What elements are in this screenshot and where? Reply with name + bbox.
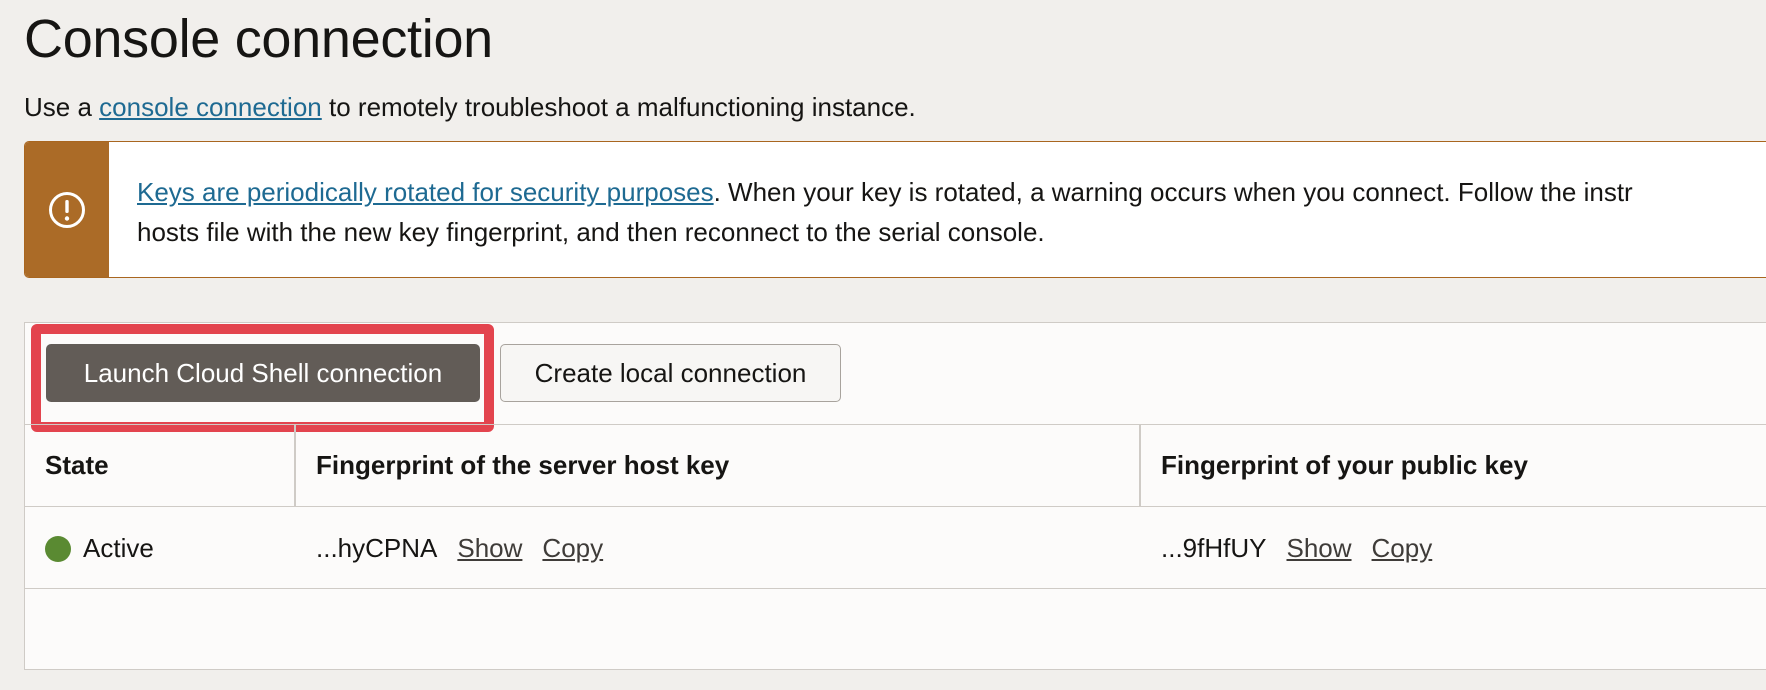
launch-cloud-shell-button[interactable]: Launch Cloud Shell connection: [46, 344, 480, 402]
header-server-fingerprint: Fingerprint of the server host key: [316, 450, 730, 480]
state-value: Active: [83, 533, 154, 563]
intro-text: Use a console connection to remotely tro…: [24, 92, 916, 123]
public-fingerprint-cell: ...9fHfUY Show Copy: [1161, 533, 1432, 564]
console-connection-page: Console connection Use a console connect…: [0, 0, 1766, 690]
table-row: [24, 507, 1766, 589]
warning-alert: Keys are periodically rotated for securi…: [24, 141, 1766, 278]
console-connection-link[interactable]: console connection: [99, 92, 322, 122]
header-public-fingerprint: Fingerprint of your public key: [1161, 450, 1528, 480]
page-title: Console connection: [24, 9, 493, 69]
alert-message: Keys are periodically rotated for securi…: [137, 172, 1766, 252]
copy-server-fingerprint-link[interactable]: Copy: [542, 533, 603, 564]
intro-suffix: to remotely troubleshoot a malfunctionin…: [329, 92, 916, 122]
intro-prefix: Use a: [24, 92, 92, 122]
header-state: State: [45, 450, 109, 480]
server-fingerprint-value: ...hyCPNA: [316, 533, 438, 563]
show-public-fingerprint-link[interactable]: Show: [1286, 533, 1351, 564]
public-fingerprint-value: ...9fHfUY: [1161, 533, 1267, 563]
copy-public-fingerprint-link[interactable]: Copy: [1372, 533, 1433, 564]
create-local-connection-button[interactable]: Create local connection: [500, 344, 841, 402]
column-divider: [294, 424, 296, 507]
key-rotation-link[interactable]: Keys are periodically rotated for securi…: [137, 177, 714, 207]
alert-line1: . When your key is rotated, a warning oc…: [713, 177, 1633, 207]
alert-icon-bar: [25, 142, 109, 277]
column-divider: [1139, 424, 1141, 507]
alert-line2: hosts file with the new key fingerprint,…: [137, 217, 1045, 247]
show-server-fingerprint-link[interactable]: Show: [457, 533, 522, 564]
state-cell: Active: [45, 533, 154, 564]
active-status-dot: [45, 535, 71, 562]
server-fingerprint-cell: ...hyCPNA Show Copy: [316, 533, 603, 564]
exclamation-circle-icon: [49, 191, 85, 228]
